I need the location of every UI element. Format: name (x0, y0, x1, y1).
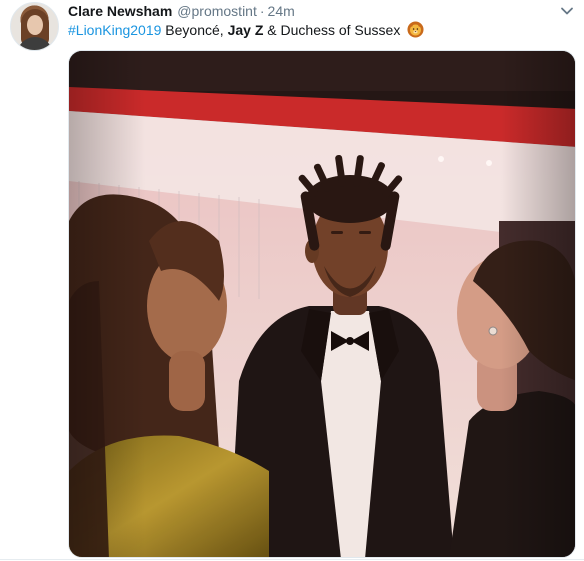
tweet-text: #LionKing2019 Beyoncé, Jay Z & Duchess o… (68, 20, 424, 40)
timestamp[interactable]: 24m (268, 1, 295, 21)
author-name[interactable]: Clare Newsham (68, 1, 172, 21)
tweet-text-part1: Beyoncé, (161, 22, 228, 38)
hashtag-link[interactable]: #LionKing2019 (68, 22, 161, 38)
tweet-text-bold: Jay Z (227, 22, 264, 38)
avatar[interactable] (10, 2, 59, 51)
lion-face-icon (407, 21, 424, 38)
author-handle[interactable]: @promostint (177, 1, 257, 21)
photo-image (69, 51, 575, 557)
tweet-text-part2: & Duchess of Sussex (263, 22, 405, 38)
separator: · (259, 3, 265, 19)
tweet-photo[interactable] (68, 50, 576, 558)
divider (0, 559, 584, 560)
tweet-header: Clare Newsham @promostint · 24m (68, 1, 295, 21)
chevron-down-icon[interactable] (560, 4, 574, 18)
tweet[interactable]: Clare Newsham @promostint · 24m #LionKin… (0, 0, 584, 561)
